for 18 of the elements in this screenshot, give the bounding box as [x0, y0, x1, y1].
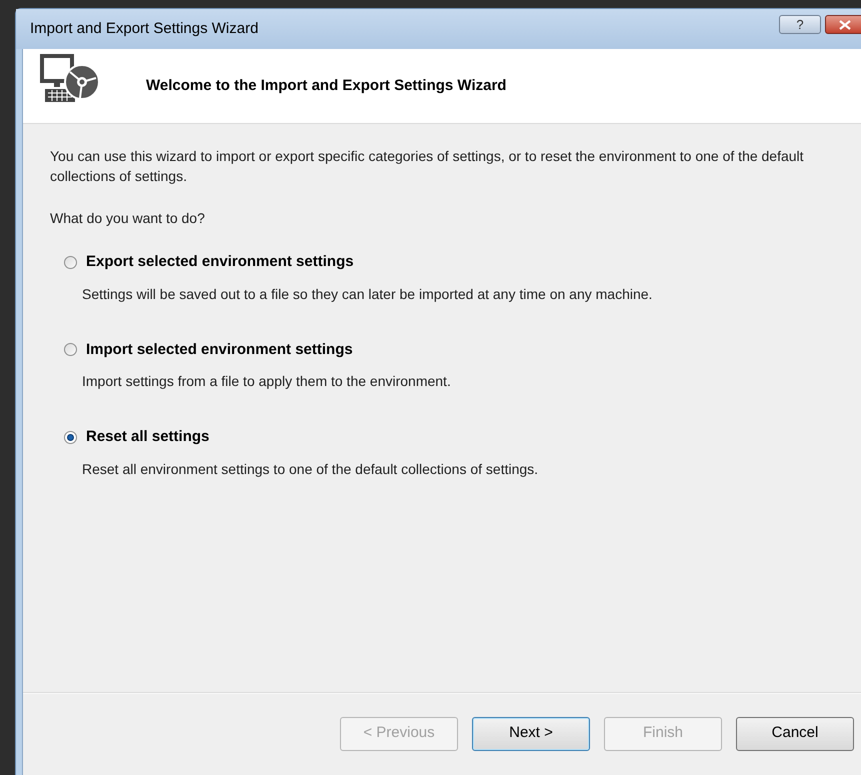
option-description: Reset all environment settings to one of the default collections of settings. [82, 460, 540, 479]
question-text: What do you want to do? [50, 209, 206, 228]
header-title: Welcome to the Import and Export Settings Wizard [146, 76, 506, 96]
radio-button[interactable] [64, 430, 77, 444]
radio-button[interactable] [64, 343, 77, 356]
close-button[interactable] [825, 15, 861, 34]
radio-button[interactable] [64, 256, 77, 269]
wizard-button[interactable]: Next > [472, 716, 590, 750]
close-icon [839, 20, 851, 30]
wizard-button[interactable]: Cancel [736, 716, 854, 750]
window-title: Import and Export Settings Wizard [30, 18, 258, 39]
intro-text: You can use this wizard to import or export specific categories of settings, or to reset the environment to one of the default collections of settings. [50, 147, 805, 186]
option-description: Import settings from a file to apply them to the environment. [82, 372, 452, 391]
help-button[interactable]: ? [779, 15, 821, 34]
option-label[interactable]: Reset all settings [86, 426, 210, 448]
option-description: Settings will be saved out to a file so they can later be imported at any time on any machine. [82, 284, 654, 304]
option-label[interactable]: Import selected environment settings [86, 338, 353, 361]
option-label[interactable]: Export selected environment settings [86, 251, 354, 274]
